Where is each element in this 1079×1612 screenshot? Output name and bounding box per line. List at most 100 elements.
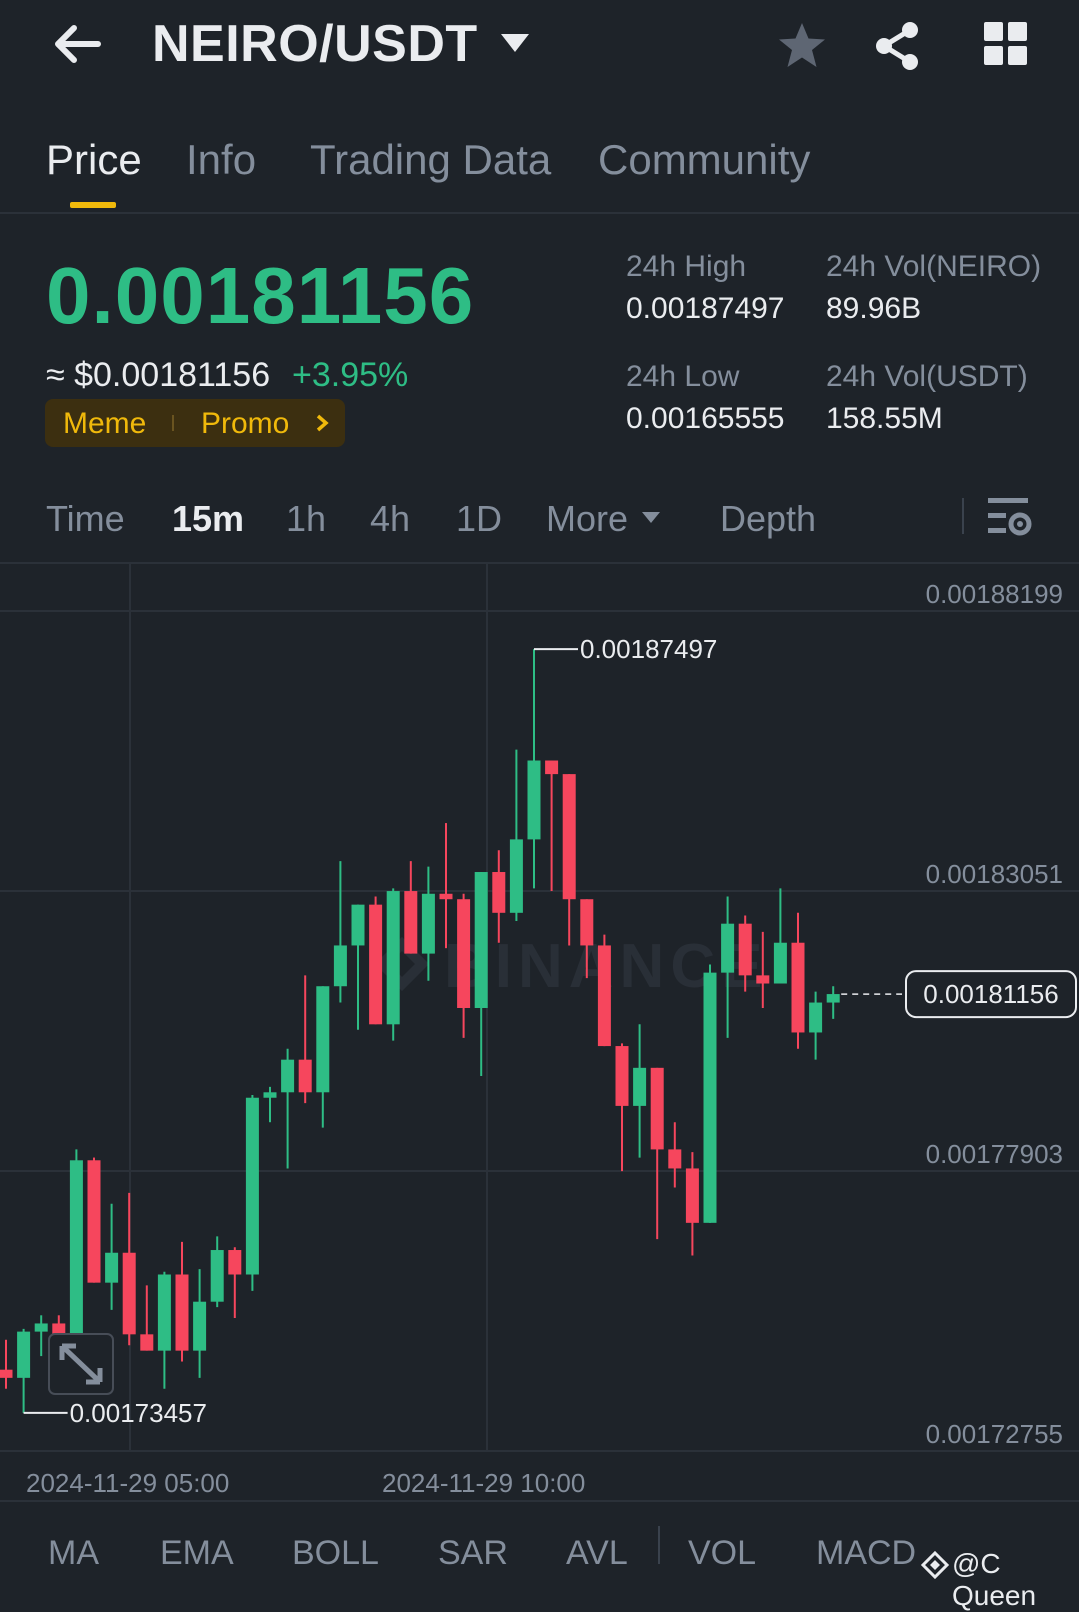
indicator-bar: MA EMA BOLL SAR AVL VOL MACD [0,1500,1079,1594]
interval-1h[interactable]: 1h [286,498,326,540]
indicator-ma[interactable]: MA [48,1534,99,1573]
candle-body [773,942,787,984]
candle-body [316,986,330,1093]
tag-divider [172,415,174,431]
last-price-tag-label: 0.00181156 [923,979,1058,1009]
price-change-percent: +3.95% [292,356,409,394]
indicator-avl[interactable]: AVL [566,1534,628,1573]
tab-price[interactable]: Price [46,136,142,184]
creator-watermark: @C Queen [952,1548,1037,1611]
candle [157,1271,171,1389]
main-tabs: Price Info Trading Data Community [0,120,1079,214]
interval-more[interactable]: More [546,498,628,540]
candle [439,823,453,949]
candle-body [527,760,541,840]
candle-body [404,891,418,954]
candle-body [228,1250,242,1275]
candle-body [298,1059,312,1093]
candle-body [597,945,611,1047]
indicator-ema[interactable]: EMA [160,1534,234,1573]
stat-24h-vol-quote-value: 158.55M [826,402,943,435]
candle-body [685,1168,699,1223]
candle [34,1315,48,1357]
indicator-sar[interactable]: SAR [438,1534,508,1573]
back-arrow-icon[interactable] [48,20,104,68]
candle-body [263,1092,277,1098]
candle [404,861,418,954]
candle-body [17,1331,31,1378]
indicator-boll[interactable]: BOLL [292,1534,379,1573]
grid-menu-icon[interactable] [984,22,1028,66]
header-bar: NEIRO/USDT [0,0,1079,96]
stat-24h-high-label: 24h High [626,250,747,283]
depth-tab[interactable]: Depth [720,498,816,540]
candle [650,1067,664,1240]
favorite-star-icon[interactable] [776,20,828,72]
tab-trading-data[interactable]: Trading Data [310,136,551,184]
candle-body [474,872,488,1008]
candle-body [386,891,400,1025]
stat-24h-vol-base-value: 89.96B [826,292,922,325]
candle [105,1203,119,1310]
candle-body [721,923,735,973]
candle [369,896,383,1025]
candle-body [122,1252,136,1335]
candle [193,1269,207,1378]
y-axis-tick: 0.00183051 [926,859,1063,889]
share-icon[interactable] [872,20,924,72]
candle-body [633,1067,647,1106]
tab-info[interactable]: Info [186,136,256,184]
candle [298,975,312,1104]
stat-24h-vol-base-label: 24h Vol(NEIRO) [826,250,1042,283]
candle [685,1152,699,1256]
x-axis-tick: 2024-11-29 10:00 [382,1468,585,1498]
candle-body [333,945,347,987]
candle-body [668,1149,682,1169]
stat-24h-low-label: 24h Low [626,360,740,393]
candle-body [809,1002,823,1033]
candle-body [245,1097,259,1275]
indicator-macd[interactable]: MACD [816,1534,916,1573]
candle-body [457,899,471,1008]
usd-price: ≈ $0.00181156 [46,356,271,394]
candle-body [826,994,840,1003]
pair-dropdown-icon[interactable] [498,30,532,58]
tab-community[interactable]: Community [598,136,810,184]
low-price-label: 0.00173457 [70,1398,207,1428]
tag-chip-group[interactable]: Meme Promo [45,399,345,447]
candle [826,986,840,1019]
more-dropdown-icon[interactable] [640,510,662,526]
interval-1d[interactable]: 1D [456,498,502,540]
candle [633,1024,647,1158]
candle-body [738,923,752,976]
candle-body [615,1046,629,1106]
stat-24h-high-value: 0.00187497 [626,292,785,325]
candle-body [791,942,805,1033]
candle-body [492,872,506,913]
tag-promo[interactable]: Promo [201,407,289,441]
candle-body [509,839,523,913]
tag-meme[interactable]: Meme [63,407,146,441]
candle [492,850,506,943]
candle [773,888,787,984]
candle [87,1157,101,1283]
trading-pair-title[interactable]: NEIRO/USDT [152,14,478,74]
candle [509,749,523,921]
interval-4h[interactable]: 4h [370,498,410,540]
interval-15m[interactable]: 15m [172,498,244,540]
chevron-right-icon [316,414,329,432]
interval-time[interactable]: Time [46,498,125,540]
indicator-vol[interactable]: VOL [688,1534,756,1573]
interval-bar: Time 15m 1h 4h 1D More Depth [0,490,1079,564]
x-axis-tick: 2024-11-29 05:00 [26,1468,229,1498]
candle [721,896,735,1038]
y-axis-tick: 0.00188199 [926,579,1063,609]
candle-body [140,1334,154,1351]
high-price-label: 0.00187497 [580,634,717,664]
binance-logo-icon [920,1550,950,1580]
candlestick-chart[interactable]: BINANCE 0.001874970.001734570.00181156 0… [0,564,1079,1502]
candle [809,991,823,1060]
candle-body [650,1067,664,1150]
expand-chart-icon[interactable] [48,1333,114,1395]
chart-settings-icon[interactable] [988,496,1032,538]
